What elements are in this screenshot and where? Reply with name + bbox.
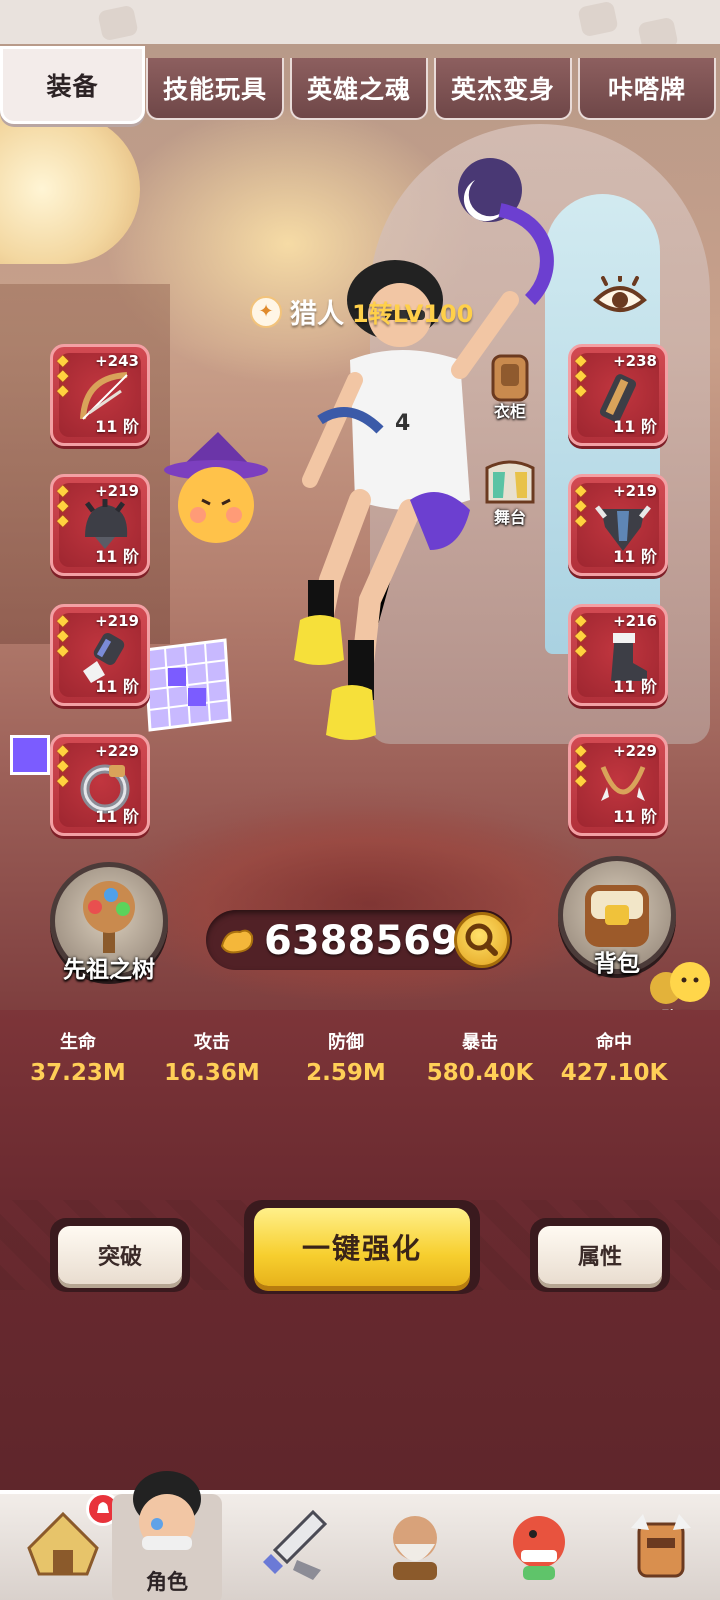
stat-hp: 生命 37.23M	[11, 1028, 145, 1098]
equip-slot-bracer[interactable]: ◆ ◆ ◆ +238 11 阶	[568, 344, 668, 446]
star-rating: ◆ ◆ ◆	[575, 611, 587, 659]
backpack-label: 背包	[594, 951, 640, 977]
ancestor-tree-label: 先祖之树	[63, 957, 155, 983]
nav-dino[interactable]	[484, 1494, 594, 1600]
stat-value: 580.40K	[426, 1060, 534, 1086]
breakthrough-label: 突破	[58, 1226, 182, 1284]
character-icon	[133, 1471, 201, 1550]
tier-label: 11 阶	[95, 807, 139, 826]
breakthrough-button[interactable]: 突破	[50, 1218, 190, 1292]
enhance-level: +219	[613, 482, 657, 500]
dino-icon	[513, 1516, 565, 1580]
nav-equipment-forge[interactable]	[238, 1494, 348, 1600]
tab-click-cards[interactable]: 咔嗒牌	[578, 58, 716, 120]
star-rating: ◆ ◆ ◆	[57, 741, 69, 789]
stat-name: 生命	[60, 1032, 96, 1053]
muscle-icon	[220, 929, 254, 954]
eye-icon[interactable]	[592, 276, 648, 320]
stat-value: 2.59M	[306, 1060, 386, 1086]
star-rating: ◆ ◆ ◆	[57, 481, 69, 529]
enhance-level: +219	[95, 612, 139, 630]
stat-crit: 暴击 580.40K	[413, 1028, 547, 1098]
decor-shape	[97, 4, 139, 42]
tier-label: 11 阶	[613, 677, 657, 696]
star-rating: ◆ ◆ ◆	[57, 611, 69, 659]
shelf-decor	[0, 284, 170, 644]
tier-label: 11 阶	[95, 547, 139, 566]
tab-hero-transform[interactable]: 英杰变身	[434, 58, 572, 120]
enhance-level: +219	[95, 482, 139, 500]
stat-value: 427.10K	[560, 1060, 668, 1086]
star-rating: ◆ ◆ ◆	[575, 351, 587, 399]
totem-icon	[631, 1514, 691, 1578]
tab-skill-toys[interactable]: 技能玩具	[146, 58, 284, 120]
wardrobe-label: 衣柜	[493, 402, 526, 421]
star-rating: ◆ ◆ ◆	[57, 351, 69, 399]
sword-icon	[263, 1509, 328, 1580]
elder-icon	[393, 1516, 437, 1580]
combat-power-bar: 63885695	[206, 910, 512, 970]
tier-label: 11 阶	[613, 417, 657, 436]
enhance-level: +216	[613, 612, 657, 630]
tier-label: 11 阶	[613, 807, 657, 826]
hero-level: 1转LV100	[352, 300, 474, 328]
window-decor	[0, 114, 140, 264]
equip-slot-boots[interactable]: ◆ ◆ ◆ +216 11 阶	[568, 604, 668, 706]
one-click-enhance-button[interactable]: 一键强化	[244, 1200, 480, 1294]
nav-totem[interactable]	[606, 1494, 716, 1600]
one-click-enhance-label: 一键强化	[254, 1208, 470, 1286]
nav-hut[interactable]	[8, 1492, 120, 1600]
tier-label: 11 阶	[95, 677, 139, 696]
nav-character-label: 角色	[146, 1570, 188, 1594]
stage-icon	[485, 460, 535, 504]
equip-slot-necklace[interactable]: ◆ ◆ ◆ +229 11 阶	[568, 734, 668, 836]
tab-hero-soul[interactable]: 英雄之魂	[290, 58, 428, 120]
equip-slot-bow[interactable]: ◆ ◆ ◆ +243 11 阶	[50, 344, 150, 446]
enhance-level: +243	[95, 352, 139, 370]
claw-icon: ✦	[250, 295, 282, 328]
stage-button[interactable]: 舞台	[474, 458, 546, 528]
hero-class-name: 猎人	[290, 299, 344, 330]
star-rating: ◆ ◆ ◆	[575, 481, 587, 529]
star-rating: ◆ ◆ ◆	[575, 741, 587, 789]
nav-elder[interactable]	[360, 1494, 470, 1600]
top-strip	[0, 0, 720, 54]
equip-slot-helmet[interactable]: ◆ ◆ ◆ +219 11 阶	[50, 474, 150, 576]
cube-decor	[10, 735, 50, 775]
stat-defense: 防御 2.59M	[279, 1028, 413, 1098]
wardrobe-button[interactable]: 衣柜	[474, 352, 546, 422]
tier-label: 11 阶	[613, 547, 657, 566]
tab-equipment[interactable]: 装备	[0, 46, 145, 124]
chat-bubble-icon	[650, 962, 710, 1004]
svg-text:4: 4	[395, 411, 410, 436]
stat-attack: 攻击 16.36M	[145, 1028, 279, 1098]
enhance-level: +229	[95, 742, 139, 760]
wardrobe-icon	[491, 354, 529, 402]
stat-name: 暴击	[462, 1032, 498, 1053]
stat-name: 防御	[328, 1032, 364, 1053]
attributes-button[interactable]: 属性	[530, 1218, 670, 1292]
stat-value: 16.36M	[164, 1060, 260, 1086]
tab-bar: 装备 技能玩具 英雄之魂 英杰变身 咔嗒牌	[0, 44, 720, 124]
attributes-label: 属性	[538, 1226, 662, 1284]
enhance-level: +238	[613, 352, 657, 370]
tier-label: 11 阶	[95, 417, 139, 436]
equip-slot-ring[interactable]: ◆ ◆ ◆ +229 11 阶	[50, 734, 150, 836]
search-icon[interactable]	[454, 912, 510, 968]
bottom-nav: 角色	[0, 1471, 720, 1600]
stage-label: 舞台	[493, 508, 526, 527]
enhance-level: +229	[613, 742, 657, 760]
equip-slot-armor[interactable]: ◆ ◆ ◆ +219 11 阶	[568, 474, 668, 576]
decor-shape	[577, 0, 619, 38]
equip-slot-glove[interactable]: ◆ ◆ ◆ +219 11 阶	[50, 604, 150, 706]
ancestor-tree-button[interactable]: 先祖之树	[44, 862, 174, 992]
stat-name: 攻击	[194, 1032, 230, 1053]
stats-row: 生命 37.23M 攻击 16.36M 防御 2.59M 暴击 580.40K …	[0, 1028, 720, 1098]
stat-hit: 命中 427.10K	[547, 1028, 681, 1098]
stat-name: 命中	[596, 1032, 632, 1053]
nav-character[interactable]: 角色	[112, 1471, 222, 1600]
hero-title: ✦ 猎人 1转LV100	[250, 292, 473, 331]
stat-value: 37.23M	[30, 1060, 126, 1086]
